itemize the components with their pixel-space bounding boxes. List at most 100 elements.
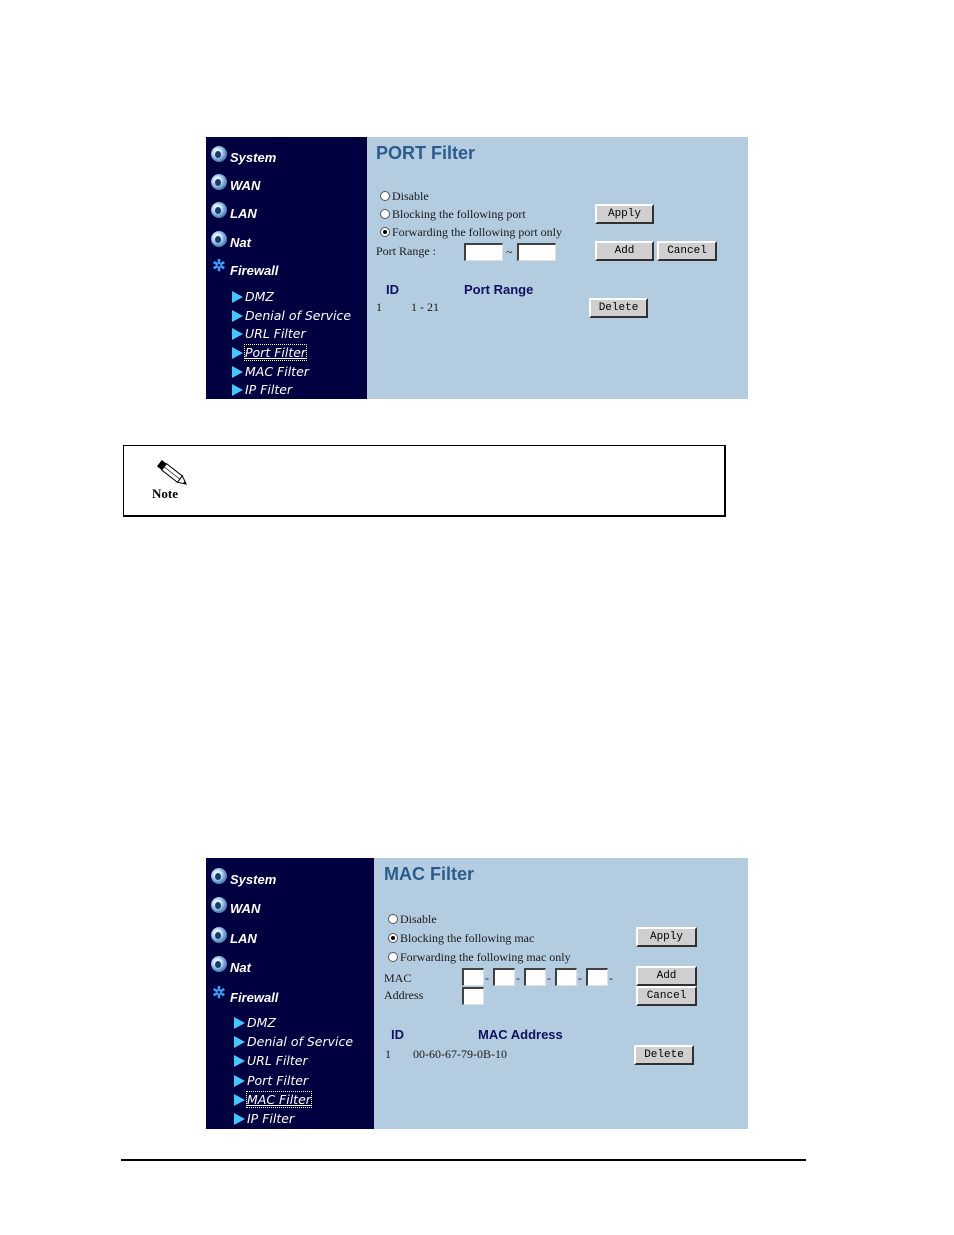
row-id: 1 bbox=[385, 1047, 391, 1061]
sidebar-subitem-dmz[interactable]: DMZ bbox=[234, 1015, 276, 1030]
sidebar-subitem-url-filter[interactable]: URL Filter bbox=[234, 1053, 308, 1068]
sidebar-subitem-ip-filter[interactable]: IP Filter bbox=[234, 1111, 294, 1126]
globe-icon bbox=[211, 927, 227, 943]
pencil-icon bbox=[156, 459, 188, 485]
mac-filter-screenshot: System WAN LAN Nat ✲ Firewall DMZ Denial … bbox=[206, 858, 748, 1129]
mac-octet-1[interactable] bbox=[462, 968, 484, 986]
mac-separator: - bbox=[516, 971, 520, 985]
globe-icon bbox=[211, 897, 227, 913]
row-mac-address: 00-60-67-79-0B-10 bbox=[413, 1047, 507, 1061]
mac-separator: - bbox=[578, 971, 582, 985]
mac-label: MAC bbox=[384, 971, 412, 985]
arrow-right-icon bbox=[232, 309, 243, 322]
note-box: Note bbox=[123, 445, 726, 517]
radio-button[interactable] bbox=[380, 209, 390, 219]
sidebar-item-lan[interactable]: LAN bbox=[211, 202, 257, 221]
table-header-id: ID bbox=[386, 282, 399, 297]
apply-button[interactable]: Apply bbox=[595, 204, 654, 224]
arrow-right-icon bbox=[232, 346, 243, 359]
radio-disable[interactable]: Disable bbox=[388, 912, 437, 927]
spark-icon: ✲ bbox=[212, 258, 226, 275]
add-button[interactable]: Add bbox=[636, 966, 697, 986]
main-panel: MAC Filter Disable Blocking the followin… bbox=[374, 858, 748, 1129]
address-label: Address bbox=[384, 988, 424, 1002]
sidebar-item-lan[interactable]: LAN bbox=[211, 927, 257, 946]
arrow-right-icon bbox=[232, 290, 243, 303]
table-header-mac-address: MAC Address bbox=[478, 1027, 563, 1042]
sidebar: System WAN LAN Nat ✲ Firewall DMZ Denial … bbox=[206, 137, 367, 399]
arrow-right-icon bbox=[234, 1074, 245, 1087]
mac-separator: - bbox=[485, 971, 489, 985]
page-title: MAC Filter bbox=[384, 864, 474, 884]
arrow-right-icon bbox=[234, 1112, 245, 1125]
sidebar-item-nat[interactable]: Nat bbox=[211, 231, 251, 250]
radio-button-selected[interactable] bbox=[388, 933, 398, 943]
row-port-range: 1 - 21 bbox=[411, 300, 439, 314]
radio-button[interactable] bbox=[388, 914, 398, 924]
mac-separator: - bbox=[609, 971, 613, 985]
sidebar-subitem-ip-filter[interactable]: IP Filter bbox=[232, 382, 292, 397]
main-panel: PORT Filter Disable Blocking the followi… bbox=[367, 137, 748, 399]
globe-icon bbox=[211, 956, 227, 972]
sidebar-subitem-denial-of-service[interactable]: Denial of Service bbox=[234, 1034, 353, 1049]
cancel-button[interactable]: Cancel bbox=[657, 241, 717, 261]
arrow-right-icon bbox=[232, 383, 243, 396]
arrow-right-icon bbox=[234, 1054, 245, 1067]
globe-icon bbox=[211, 146, 227, 162]
sidebar-item-firewall[interactable]: ✲ Firewall bbox=[211, 258, 278, 278]
sidebar-item-wan[interactable]: WAN bbox=[211, 897, 260, 916]
delete-button[interactable]: Delete bbox=[589, 298, 648, 318]
spark-icon: ✲ bbox=[212, 985, 226, 1002]
arrow-right-icon bbox=[232, 365, 243, 378]
port-filter-screenshot: System WAN LAN Nat ✲ Firewall DMZ Denial … bbox=[206, 137, 748, 399]
globe-icon bbox=[211, 231, 227, 247]
sidebar-item-system[interactable]: System bbox=[211, 146, 276, 165]
port-from-input[interactable] bbox=[464, 243, 503, 261]
mac-octet-6[interactable] bbox=[462, 987, 484, 1005]
sidebar-item-system[interactable]: System bbox=[211, 868, 276, 887]
table-header-id: ID bbox=[391, 1027, 404, 1042]
port-to-input[interactable] bbox=[517, 243, 556, 261]
mac-octet-4[interactable] bbox=[555, 968, 577, 986]
add-button[interactable]: Add bbox=[595, 241, 654, 261]
radio-button[interactable] bbox=[380, 191, 390, 201]
footer-divider bbox=[121, 1159, 806, 1161]
sidebar-subitem-dmz[interactable]: DMZ bbox=[232, 289, 274, 304]
radio-blocking[interactable]: Blocking the following port bbox=[380, 207, 526, 222]
radio-button-selected[interactable] bbox=[380, 227, 390, 237]
radio-forwarding[interactable]: Forwarding the following mac only bbox=[388, 950, 571, 965]
arrow-right-icon bbox=[234, 1035, 245, 1048]
radio-button[interactable] bbox=[388, 952, 398, 962]
sidebar-item-firewall[interactable]: ✲ Firewall bbox=[211, 985, 278, 1005]
globe-icon bbox=[211, 202, 227, 218]
arrow-right-icon bbox=[234, 1093, 245, 1106]
mac-octet-5[interactable] bbox=[586, 968, 608, 986]
radio-blocking[interactable]: Blocking the following mac bbox=[388, 931, 534, 946]
cancel-button[interactable]: Cancel bbox=[636, 986, 697, 1006]
table-header-port-range: Port Range bbox=[464, 282, 534, 297]
radio-forwarding[interactable]: Forwarding the following port only bbox=[380, 225, 562, 240]
sidebar-item-wan[interactable]: WAN bbox=[211, 174, 260, 193]
arrow-right-icon bbox=[234, 1016, 245, 1029]
port-range-label: Port Range : bbox=[376, 244, 436, 258]
sidebar-subitem-mac-filter[interactable]: MAC Filter bbox=[234, 1091, 312, 1108]
apply-button[interactable]: Apply bbox=[636, 927, 697, 947]
sidebar-subitem-port-filter[interactable]: Port Filter bbox=[232, 344, 308, 361]
arrow-right-icon bbox=[232, 327, 243, 340]
radio-disable[interactable]: Disable bbox=[380, 189, 429, 204]
mac-octet-3[interactable] bbox=[524, 968, 546, 986]
sidebar: System WAN LAN Nat ✲ Firewall DMZ Denial … bbox=[206, 858, 374, 1129]
sidebar-subitem-url-filter[interactable]: URL Filter bbox=[232, 326, 306, 341]
sidebar-item-nat[interactable]: Nat bbox=[211, 956, 251, 975]
page-title: PORT Filter bbox=[376, 143, 476, 163]
globe-icon bbox=[211, 868, 227, 884]
note-label: Note bbox=[152, 486, 178, 501]
delete-button[interactable]: Delete bbox=[634, 1045, 694, 1065]
mac-octet-2[interactable] bbox=[493, 968, 515, 986]
mac-separator: - bbox=[547, 971, 551, 985]
globe-icon bbox=[211, 174, 227, 190]
sidebar-subitem-denial-of-service[interactable]: Denial of Service bbox=[232, 308, 351, 323]
range-separator: ~ bbox=[506, 245, 513, 259]
sidebar-subitem-port-filter[interactable]: Port Filter bbox=[234, 1073, 308, 1088]
sidebar-subitem-mac-filter[interactable]: MAC Filter bbox=[232, 364, 309, 379]
